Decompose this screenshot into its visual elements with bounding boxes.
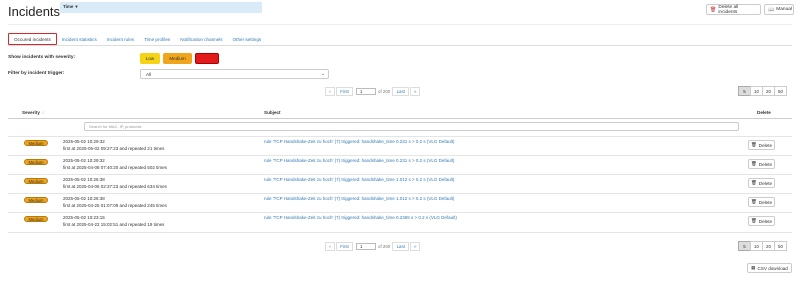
subject-link[interactable]: rule 'TCP Handshake-Zeit zu hoch' (7) tr… <box>264 139 454 144</box>
table-icon: ▦ <box>751 265 756 270</box>
last-page-button[interactable]: Last <box>392 242 410 251</box>
delete-label: Delete <box>758 199 773 205</box>
prev-page-button[interactable]: « <box>325 87 335 96</box>
last-page-button[interactable]: Last <box>392 87 410 96</box>
tab-incident-statistics[interactable]: Incident statistics <box>57 33 102 45</box>
page-number-input[interactable]: 1 <box>356 243 376 250</box>
sort-icon: ↕ <box>41 110 45 115</box>
severity-badge: Medium <box>24 178 48 184</box>
time-cell: 2025-05-02 10:29:32 first at 2025-05-02 … <box>63 139 164 152</box>
next-page-button[interactable]: » <box>410 87 421 96</box>
time-cell: 2025-05-02 10:23:15 first at 2025-04-22 … <box>63 215 164 228</box>
page-size-50[interactable]: 50 <box>774 86 787 96</box>
trash-icon: 🗑 <box>710 6 717 13</box>
trigger-filter-select[interactable]: All ⌄ <box>140 69 329 79</box>
table-row: Medium 2025-05-02 10:23:15 first at 2025… <box>8 212 792 231</box>
delete-button[interactable]: 🗑 Delete <box>748 178 775 188</box>
delete-label: Delete <box>758 161 773 167</box>
page-title: Incidents <box>8 4 61 19</box>
first-page-button[interactable]: First <box>336 242 353 251</box>
tabs-divider <box>8 45 792 46</box>
time-first: first at 2025-04-25 01:07:09 and repeate… <box>63 202 167 208</box>
page-count-text: of 200 <box>378 89 391 94</box>
next-page-button[interactable]: » <box>410 242 421 251</box>
delete-label: Delete <box>758 218 773 224</box>
time-first: first at 2025-04-22 15:02:51 and repeate… <box>63 221 165 227</box>
subject-link[interactable]: rule 'TCP Handshake-Zeit zu hoch' (7) tr… <box>264 196 454 201</box>
time-first: first at 2025-04-06 02:37:23 and repeate… <box>63 183 167 189</box>
column-header-severity[interactable]: Severity ↕ <box>22 107 44 118</box>
subject-link[interactable]: rule 'TCP Handshake-Zeit zu hoch' (7) tr… <box>264 215 457 220</box>
delete-all-label: Delete all incidents <box>718 4 739 15</box>
first-page-button[interactable]: First <box>336 87 353 96</box>
trash-icon: 🗑 <box>750 142 757 147</box>
tab-other-settings[interactable]: Other settings <box>228 33 267 45</box>
page-count-text: of 200 <box>378 244 391 249</box>
trash-icon: 🗑 <box>750 218 757 223</box>
severity-badge: Medium <box>24 216 48 222</box>
table-row: Medium 2025-05-02 10:29:32 first at 2025… <box>8 136 792 155</box>
delete-label: Delete <box>758 180 773 186</box>
severity-header-label: Severity <box>22 110 40 115</box>
severity-toggle-low[interactable]: Low <box>140 53 160 64</box>
trigger-filter-label: Filter by incident trigger: <box>8 71 65 76</box>
manual-button[interactable]: 📖 Manual <box>764 4 794 15</box>
time-cell: 2025-05-02 10:26:38 first at 2025-04-06 … <box>63 177 167 190</box>
search-input[interactable]: Search for MAC, IP, protocols <box>84 122 739 131</box>
table-row: Medium 2025-05-02 10:29:32 first at 2025… <box>8 155 792 174</box>
chevron-down-icon: ⌄ <box>320 71 325 77</box>
column-header-delete: Delete <box>757 110 771 115</box>
sort-desc-icon: ▾ <box>75 4 78 10</box>
time-cell: 2025-05-02 10:26:38 first at 2025-04-25 … <box>63 196 167 209</box>
trash-icon: 🗑 <box>750 199 757 204</box>
page-size-50[interactable]: 50 <box>774 241 787 251</box>
tab-notification-channels[interactable]: Notification channels <box>175 33 227 45</box>
trash-icon: 🗑 <box>750 180 757 185</box>
severity-toggle-medium[interactable]: Medium <box>163 53 192 64</box>
delete-all-incidents-button[interactable]: 🗑 Delete all incidents <box>706 4 761 15</box>
delete-button[interactable]: 🗑 Delete <box>748 216 775 226</box>
time-first: first at 2025-05-02 09:27:23 and repeate… <box>63 145 165 151</box>
time-first: first at 2025-04-08 07:40:20 and repeate… <box>63 164 167 170</box>
manual-label: Manual <box>776 7 792 12</box>
subject-link[interactable]: rule 'TCP Handshake-Zeit zu hoch' (7) tr… <box>264 177 454 182</box>
tab-occured-incidents[interactable]: Occured incidents <box>8 33 57 45</box>
severity-filter-label: Show incidents with severity: <box>8 55 76 60</box>
delete-button[interactable]: 🗑 Delete <box>748 197 775 207</box>
tab-incident-rules[interactable]: Incident rules <box>102 33 139 45</box>
table-row: Medium 2025-05-02 10:26:38 first at 2025… <box>8 193 792 212</box>
delete-button[interactable]: 🗑 Delete <box>748 140 775 150</box>
page-size-selector-top: 5 10 20 50 <box>738 86 787 96</box>
page-number-input[interactable]: 1 <box>356 88 376 95</box>
book-icon: 📖 <box>768 6 775 13</box>
delete-button[interactable]: 🗑 Delete <box>748 159 775 169</box>
severity-badge: Medium <box>24 159 48 165</box>
csv-download-button[interactable]: ▦ CSV download <box>747 263 792 273</box>
tab-bar: Occured incidents Incident statistics In… <box>8 33 266 45</box>
table-row: Medium 2025-05-02 10:26:38 first at 2025… <box>8 174 792 193</box>
pagination-bottom: « First 1 of 200 Last » <box>325 242 421 251</box>
trash-icon: 🗑 <box>750 161 757 166</box>
header-divider <box>8 24 792 25</box>
column-header-time[interactable]: Time ▾ <box>60 2 262 13</box>
page-size-selector-bottom: 5 10 20 50 <box>738 241 787 251</box>
table-header-divider <box>8 118 792 119</box>
subject-link[interactable]: rule 'TCP Handshake-Zeit zu hoch' (7) tr… <box>264 158 454 163</box>
table-bottom-divider <box>8 232 792 233</box>
csv-download-label: CSV download <box>757 265 788 271</box>
severity-badge: Medium <box>24 197 48 203</box>
pagination-top: « First 1 of 200 Last » <box>325 87 421 96</box>
time-cell: 2025-05-02 10:29:32 first at 2025-04-08 … <box>63 158 167 171</box>
prev-page-button[interactable]: « <box>325 242 335 251</box>
trigger-filter-value: All <box>146 71 152 77</box>
column-header-subject: Subject <box>264 110 281 115</box>
delete-label: Delete <box>758 142 773 148</box>
tab-time-profiles[interactable]: Time profiles <box>139 33 175 45</box>
time-header-label: Time <box>63 4 74 10</box>
severity-badge: Medium <box>24 140 48 146</box>
severity-toggle-high[interactable]: High <box>195 53 219 64</box>
